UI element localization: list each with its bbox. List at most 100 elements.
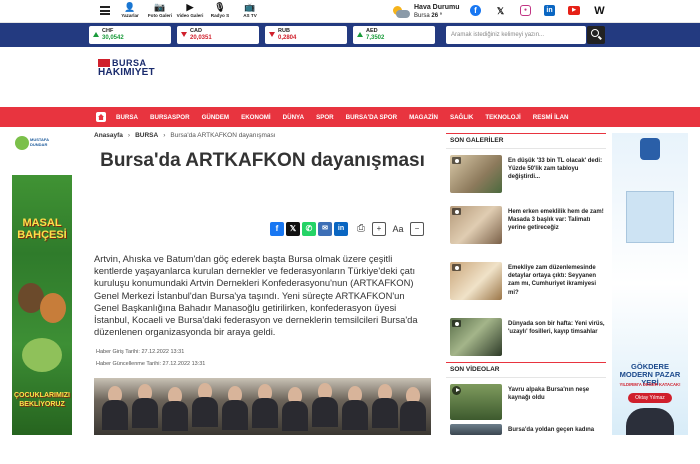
camera-icon <box>452 320 461 327</box>
camera-icon <box>452 208 461 215</box>
print-icon[interactable]: ⎙ <box>354 222 368 236</box>
facebook-icon[interactable]: f <box>470 5 481 16</box>
radio-icon: 🎙 <box>214 2 226 12</box>
ad-building-image <box>626 191 674 243</box>
arrow-down-icon <box>269 32 275 37</box>
left-ad-banner[interactable]: MUSTAFA DUNDAR MASAL BAHÇESİ ÇOCUKLARIMIZ… <box>12 133 72 435</box>
left-ad-tagline: ÇOCUKLARIMIZI BEKLİYORUZ <box>14 392 70 408</box>
gallery-card[interactable]: Emekliye zam düzenlemesinde detaylar ort… <box>450 262 606 302</box>
gallery-caption: Dünyada son bir hafta: Yeni virüs, 'uzay… <box>508 321 605 336</box>
breadcrumb: Anasayfa › BURSA › Bursa'da ARTKAFKON daya… <box>94 132 276 139</box>
top-link-tv[interactable]: 📺 AS TV <box>236 1 264 18</box>
weather-temp: 26 ° <box>431 13 443 19</box>
w-icon[interactable]: W <box>593 5 606 17</box>
x-icon[interactable]: 𝕏 <box>494 5 507 17</box>
left-ad-title: MASAL BAHÇESİ <box>17 217 67 241</box>
breadcrumb-home[interactable]: Anasayfa <box>94 132 123 139</box>
tv-icon: 📺 <box>244 2 256 12</box>
camera-icon <box>452 264 461 271</box>
gallery-caption: Hem erken emeklilik hem de zam! Masada 3… <box>508 209 604 232</box>
main-nav: BURSA BURSASPOR GÜNDEM EKONOMİ DÜNYA SPO… <box>0 107 700 127</box>
gallery-thumbnail <box>450 318 502 356</box>
breadcrumb-current: Bursa'da ARTKAFKON dayanışması <box>170 132 276 139</box>
gallery-card[interactable]: En düşük '33 bin TL olacak' dedi: Yüzde … <box>450 155 606 195</box>
galleries-section-title: SON GALERİLER <box>450 137 504 144</box>
top-links: 👤 Yazarlar 📷 Foto Galeri ▶ Video Galeri 🎙 Ra… <box>116 1 266 18</box>
search-input[interactable]: Aramak istediğiniz kelimeyi yazın... <box>446 26 586 44</box>
font-size-label: Aa <box>392 224 404 234</box>
home-icon[interactable] <box>96 112 106 122</box>
linkedin-icon[interactable]: in <box>544 5 555 16</box>
video-card[interactable]: Bursa'da yoldan geçen kadına <box>450 424 606 464</box>
market-item-aed: AED 7,3502 <box>353 26 435 44</box>
videos-section-title: SON VİDEOLAR <box>450 366 500 373</box>
nav-item-magazin[interactable]: MAGAZİN <box>409 114 438 121</box>
top-link-video-gallery[interactable]: ▶ Video Galeri <box>176 1 204 18</box>
top-link-radio[interactable]: 🎙 Radyo S <box>206 1 234 18</box>
ad-figure <box>22 338 62 372</box>
article-title: Bursa'da ARTKAFKON dayanışması <box>100 150 425 171</box>
top-bar: 👤 Yazarlar 📷 Foto Galeri ▶ Video Galeri 🎙 Ra… <box>0 0 700 23</box>
breadcrumb-category[interactable]: BURSA <box>135 132 158 139</box>
site-logo[interactable]: BURSA HAKIMIYET <box>98 58 162 82</box>
galleries-section-header: SON GALERİLER <box>446 133 606 149</box>
gallery-card[interactable]: Hem erken emeklilik hem de zam! Masada 3… <box>450 206 606 246</box>
share-linkedin-icon[interactable]: in <box>334 222 348 236</box>
article-photo <box>94 378 431 435</box>
ad-person-image <box>626 408 674 435</box>
right-ad-banner[interactable]: GÖKDERE MODERN PAZAR YERİ YILDIRIM'A DEĞ… <box>612 133 688 435</box>
gallery-caption: Emekliye zam düzenlemesinde detaylar ort… <box>508 265 597 296</box>
hamburger-menu-icon[interactable] <box>100 6 110 15</box>
video-thumbnail <box>450 424 502 435</box>
gallery-thumbnail <box>450 155 502 193</box>
nav-item-ekonomi[interactable]: EKONOMİ <box>241 114 271 121</box>
top-link-writers[interactable]: 👤 Yazarlar <box>116 1 144 18</box>
arrow-down-icon <box>181 32 187 37</box>
share-facebook-icon[interactable]: f <box>270 222 284 236</box>
arrow-up-icon <box>93 32 99 37</box>
article-summary: Artvin, Ahıska ve Batum'dan göç ederek b… <box>94 253 418 338</box>
share-toolbar: f 𝕏 ✆ ✉ in ⎙ + Aa − <box>270 222 424 236</box>
ad-figure <box>40 293 66 323</box>
font-decrease-icon[interactable]: − <box>410 222 424 236</box>
search-button[interactable] <box>587 26 605 44</box>
video-caption: Bursa'da yoldan geçen kadına <box>508 427 595 433</box>
weather-title: Hava Durumu <box>414 4 460 11</box>
nav-item-resmi-ilan[interactable]: RESMİ İLAN <box>533 114 569 121</box>
weather-widget[interactable]: Hava Durumu Bursa 26 ° <box>392 3 460 20</box>
share-x-icon[interactable]: 𝕏 <box>286 222 300 236</box>
search-icon <box>591 29 599 37</box>
share-whatsapp-icon[interactable]: ✆ <box>302 222 316 236</box>
nav-item-dunya[interactable]: DÜNYA <box>283 114 304 121</box>
share-email-icon[interactable]: ✉ <box>318 222 332 236</box>
gallery-thumbnail <box>450 262 502 300</box>
weather-city: Bursa <box>414 13 430 19</box>
gallery-thumbnail <box>450 206 502 244</box>
nav-item-bursada-spor[interactable]: BURSA'DA SPOR <box>346 114 397 121</box>
right-ad-signature: Oktay Yılmaz <box>628 393 672 403</box>
arrow-up-icon <box>357 32 363 37</box>
nav-item-bursaspor[interactable]: BURSASPOR <box>150 114 190 121</box>
instagram-icon[interactable]: ● <box>520 5 531 16</box>
videos-section-header: SON VİDEOLAR <box>446 362 606 378</box>
article-created-date: Haber Giriş Tarihi: 27.12.2022 13:31 <box>96 349 185 355</box>
social-links: f 𝕏 ● in ▶ W <box>470 5 619 17</box>
nav-item-saglik[interactable]: SAĞLIK <box>450 114 473 121</box>
market-item-chf: CHF 30,0542 <box>89 26 171 44</box>
video-card[interactable]: Yavru alpaka Bursa'nın neşe kaynağı oldu <box>450 384 606 424</box>
photo-gallery-icon: 📷 <box>154 2 166 12</box>
municipality-crest-icon <box>640 138 660 160</box>
nav-item-spor[interactable]: SPOR <box>316 114 334 121</box>
partly-cloudy-icon <box>392 5 410 19</box>
gallery-caption: En düşük '33 bin TL olacak' dedi: Yüzde … <box>508 158 603 181</box>
logo-flag-icon <box>98 59 110 67</box>
top-link-photo-gallery[interactable]: 📷 Foto Galeri <box>146 1 174 18</box>
nav-item-gundem[interactable]: GÜNDEM <box>202 114 230 121</box>
youtube-icon[interactable]: ▶ <box>568 6 580 15</box>
gallery-card[interactable]: Dünyada son bir hafta: Yeni virüs, 'uzay… <box>450 318 606 358</box>
nav-item-teknoloji[interactable]: TEKNOLOJİ <box>485 114 520 121</box>
article-updated-date: Haber Güncellenme Tarihi: 27.12.2022 13:… <box>96 361 206 367</box>
nav-item-bursa[interactable]: BURSA <box>116 114 138 121</box>
market-bar: CHF 30,0542 CAD 20,0351 RUB 0,2804 AED 7… <box>0 23 700 47</box>
font-increase-icon[interactable]: + <box>372 222 386 236</box>
